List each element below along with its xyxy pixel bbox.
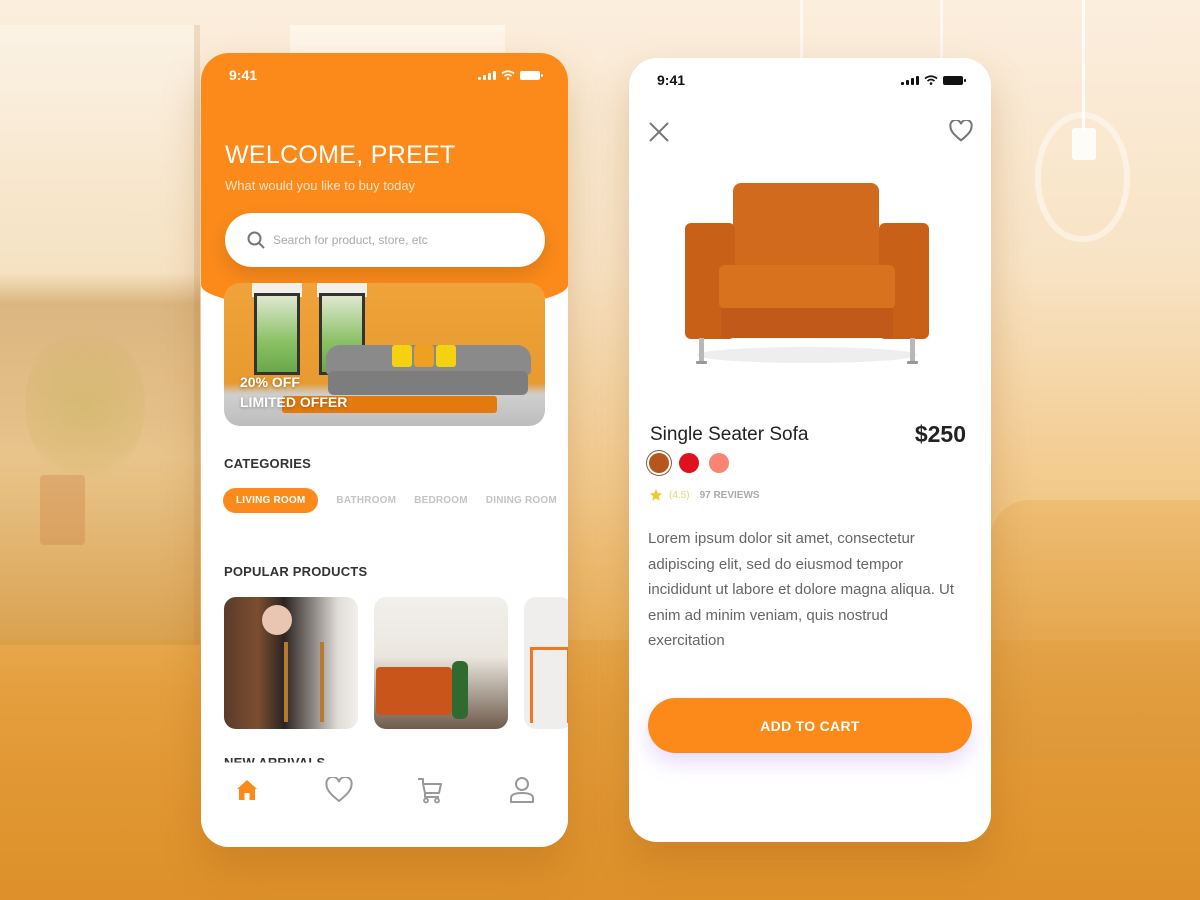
welcome-title: WELCOME, PREET [225, 141, 456, 169]
close-button[interactable] [647, 120, 671, 149]
detail-toolbar [647, 118, 973, 149]
background-plant [25, 325, 145, 485]
product-card[interactable] [524, 597, 568, 729]
reviews-link[interactable]: 97 REVIEWS [700, 490, 760, 501]
signal-icon [901, 75, 919, 85]
close-icon [649, 122, 669, 142]
product-image [376, 667, 452, 715]
status-time: 9:41 [657, 72, 686, 88]
nav-favorites[interactable] [324, 775, 354, 805]
category-tab-bathroom[interactable]: BATHROOM [336, 489, 396, 512]
star-icon [649, 488, 663, 501]
search-input[interactable] [273, 233, 513, 247]
background-wire [800, 0, 803, 60]
banner-text: 20% OFF LIMITED OFFER [240, 372, 347, 412]
color-swatches [649, 453, 729, 473]
banner-pillow [392, 345, 412, 367]
status-icons [478, 70, 543, 80]
status-icons [901, 75, 966, 85]
product-description: Lorem ipsum dolor sit amet, consectetur … [648, 530, 955, 649]
banner-pillow [436, 345, 456, 367]
product-image-chair [284, 642, 324, 722]
banner-window [254, 293, 300, 375]
nav-profile[interactable] [507, 775, 537, 805]
categories-title: CATEGORIES [224, 456, 311, 471]
home-header: 9:41 WELCOME, PREET What would you like … [201, 53, 568, 313]
product-card[interactable] [224, 597, 358, 729]
status-bar: 9:41 [201, 53, 568, 97]
home-icon [236, 780, 257, 800]
home-screen: 9:41 WELCOME, PREET What would you like … [201, 53, 568, 847]
product-price: $250 [914, 421, 966, 447]
background-wire [940, 0, 943, 60]
product-image [685, 183, 929, 364]
status-time: 9:41 [229, 67, 258, 83]
signal-icon [478, 70, 496, 80]
add-to-cart-button[interactable]: ADD TO CART [648, 698, 972, 753]
color-swatch-brown[interactable] [649, 453, 669, 473]
banner-offer: LIMITED OFFER [240, 394, 348, 410]
promo-banner[interactable]: 20% OFF LIMITED OFFER [224, 283, 545, 426]
popular-products-title: POPULAR PRODUCTS [224, 564, 368, 579]
welcome-subtitle: What would you like to buy today [225, 178, 416, 193]
favorite-button[interactable] [949, 118, 973, 149]
search-icon [247, 231, 265, 249]
product-name: Single Seater Sofa [650, 424, 809, 445]
product-image [530, 647, 568, 723]
banner-discount: 20% OFF [240, 374, 300, 390]
color-swatch-salmon[interactable] [709, 453, 729, 473]
product-detail-screen: 9:41 Single Seater Sofa $250 (4.5) 97 RE… [629, 58, 991, 842]
heart-icon [325, 777, 353, 803]
rating-value: (4.5) [669, 489, 690, 501]
background-sofa [990, 500, 1200, 760]
user-icon [510, 777, 535, 803]
status-bar: 9:41 [629, 58, 991, 102]
category-tab-bedroom[interactable]: BEDROOM [414, 489, 468, 512]
background-bulb-wire [1082, 0, 1085, 130]
background-bulb-socket [1072, 128, 1096, 160]
battery-icon [520, 70, 543, 80]
product-image-plant [452, 661, 468, 719]
category-tabs: LIVING ROOM BATHROOM BEDROOM DINING ROOM [223, 488, 557, 513]
rating-row: (4.5) 97 REVIEWS [649, 488, 760, 502]
bottom-nav [201, 765, 568, 847]
category-tab-dining-room[interactable]: DINING ROOM [486, 489, 557, 512]
product-image [262, 605, 292, 635]
popular-products-list [224, 597, 568, 729]
background-pot [40, 475, 85, 545]
heart-icon [949, 118, 973, 142]
background-window [0, 25, 200, 645]
banner-sofa-seat [328, 371, 528, 395]
wifi-icon [501, 70, 515, 80]
cart-icon [418, 778, 443, 804]
battery-icon [943, 75, 966, 85]
category-tab-living-room[interactable]: LIVING ROOM [223, 488, 319, 513]
nav-cart[interactable] [415, 775, 445, 805]
color-swatch-red[interactable] [679, 453, 699, 473]
wifi-icon [924, 75, 938, 85]
search-bar[interactable] [225, 213, 545, 267]
banner-pillow [414, 345, 434, 367]
product-card[interactable] [374, 597, 508, 729]
nav-home[interactable] [232, 775, 262, 805]
